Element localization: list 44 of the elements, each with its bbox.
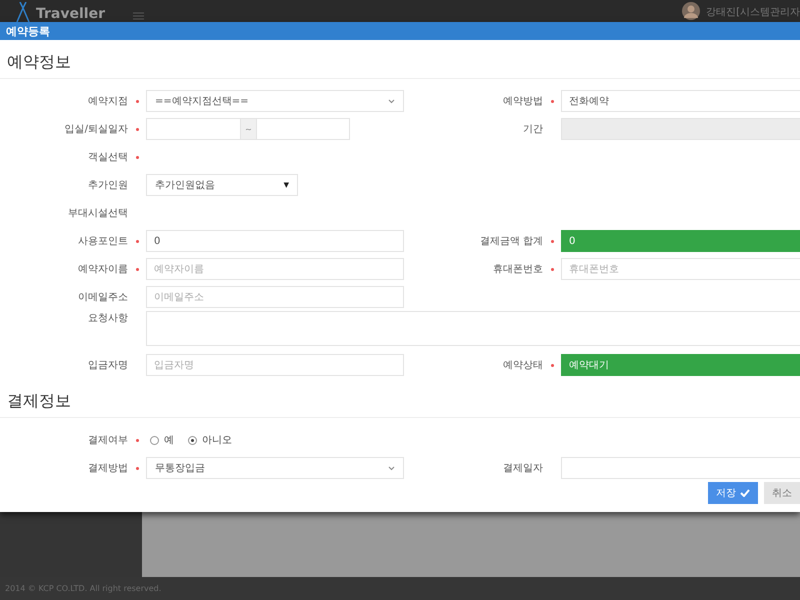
field-label: 객실선택 — [0, 150, 146, 164]
field-label: 결제여부 — [0, 433, 146, 447]
text-field[interactable] — [561, 457, 800, 479]
menu-icon[interactable] — [132, 12, 144, 20]
field-label: 추가인원 — [87, 179, 129, 192]
date-field[interactable] — [256, 118, 350, 140]
app-logo: Traveller — [36, 6, 105, 22]
select-field[interactable]: 무통장입금 — [146, 457, 404, 479]
field-label: 입실/퇴실일자 — [0, 122, 146, 136]
text-field[interactable]: 전화예약 — [561, 90, 800, 112]
field-label: 휴대폰번호 — [404, 262, 561, 276]
field-label: 사용포인트 — [0, 234, 146, 248]
radio-option[interactable]: 아니오 — [188, 433, 232, 447]
text-field[interactable]: 휴대폰번호 — [561, 258, 800, 280]
chevron-icon — [388, 98, 395, 104]
field-label: 예약방법 — [404, 94, 561, 108]
field-label: 입금자명 — [87, 359, 129, 372]
section-title: 결제정보 — [0, 379, 800, 418]
range-separator: ~ — [241, 118, 256, 140]
avatar-icon — [682, 2, 700, 20]
field-label: 예약상태 — [404, 358, 561, 372]
text-field[interactable]: 입금자명 — [146, 354, 404, 376]
text-field[interactable]: 예약자이름 — [146, 258, 404, 280]
cancel-button[interactable]: 취소 — [764, 482, 800, 504]
date-field[interactable] — [146, 118, 241, 140]
modal-title: 예약등록 — [0, 22, 800, 40]
radio-option[interactable]: 예 — [150, 433, 174, 447]
field-label: 결제방법 — [0, 461, 146, 475]
field-label: 이메일주소 — [77, 291, 129, 304]
text-field[interactable]: 이메일주소 — [146, 286, 404, 308]
select-field[interactable]: ==예약지점선택== — [146, 90, 404, 112]
section-title: 예약정보 — [0, 40, 800, 79]
field-label: 예약자이름 — [0, 262, 146, 276]
text-field[interactable]: 0 — [146, 230, 404, 252]
chevron-icon — [388, 466, 395, 470]
field-label: 요청사항 — [87, 312, 129, 325]
field-label: 결제일자 — [502, 462, 544, 475]
field-label: 예약지점 — [0, 94, 146, 108]
tent-icon — [14, 2, 32, 22]
textarea-field[interactable] — [146, 311, 800, 346]
field-label: 결제금액 합계 — [404, 234, 561, 248]
check-icon — [740, 489, 750, 497]
field-label: 기간 — [522, 123, 544, 136]
field-label: 부대시설선택 — [67, 207, 129, 220]
